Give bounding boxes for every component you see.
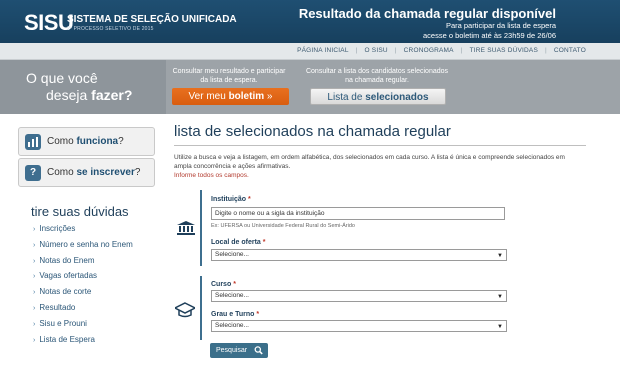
question-mark-icon: ? (25, 165, 41, 181)
como-funciona-qmark: ? (118, 136, 124, 147)
nav-pagina-inicial[interactable]: PÁGINA INICIAL (297, 47, 349, 54)
required-asterisk: * (247, 196, 251, 203)
como-funciona-bold: funciona (76, 136, 119, 147)
nav-separator: | (545, 47, 547, 54)
chevron-right-icon: › (33, 336, 36, 344)
nav-separator: | (460, 47, 463, 54)
chevron-right-icon: › (33, 241, 36, 249)
curso-select[interactable]: Selecione... ▼ (211, 290, 507, 302)
como-se-inscrever-text: Como (47, 167, 77, 178)
instituicao-label-text: Instituição (211, 196, 247, 203)
nav-tire-suas-duvidas[interactable]: TIRE SUAS DÚVIDAS (470, 47, 538, 54)
grau-turno-value: Selecione... (215, 322, 249, 329)
dropdown-arrow-icon: ▼ (497, 253, 503, 259)
instituicao-input[interactable]: Digite o nome ou a sigla da instituição (211, 207, 505, 220)
banner-question-text: deseja (46, 87, 92, 103)
faq-item-sisu-prouni[interactable]: › Sisu e Prouni (33, 319, 133, 335)
intro-text: Utilize a busca e veja a listagem, em or… (174, 154, 565, 170)
nav-separator: | (355, 47, 358, 54)
como-funciona-text: Como (47, 136, 77, 147)
faq-title: tire suas dúvidas (31, 204, 129, 219)
faq-item-numero-senha[interactable]: › Número e senha no Enem (33, 240, 133, 256)
faq-list: › Inscrições › Número e senha no Enem › Not… (33, 224, 133, 350)
pesquisar-label: Pesquisar (216, 347, 248, 354)
nav-o-sisu[interactable]: O SISU (365, 47, 388, 54)
bar-chart-icon (25, 134, 41, 150)
chevron-right-icon: › (33, 289, 36, 297)
faq-item-label: Resultado (39, 302, 76, 312)
como-se-inscrever-qmark: ? (134, 167, 141, 178)
faq-item-label: Notas de corte (39, 287, 92, 297)
chevron-right-icon: › (33, 273, 36, 281)
banner-text-lista: Consultar a lista dos candidatos selecio… (305, 68, 449, 84)
top-navbar: PÁGINA INICIAL | O SISU | CRONOGRAMA | T… (0, 43, 620, 60)
notice-title: Resultado da chamada regular disponível (298, 6, 556, 21)
brand-process: 2º PROCESSO SELETIVO DE 2015 (67, 26, 154, 32)
banner-question-line2: deseja fazer? (46, 87, 132, 103)
chevron-right-icon: › (33, 320, 36, 328)
lista-selecionados-label-bold: selecionados (365, 92, 429, 103)
faq-item-inscricoes[interactable]: › Inscrições (33, 224, 133, 240)
faq-item-label: Notas do Enem (39, 255, 95, 265)
chevron-right-icon: › (33, 304, 36, 312)
local-oferta-value: Selecione... (215, 251, 249, 258)
faq-item-notas-corte[interactable]: › Notas de corte (33, 287, 133, 303)
nav-contato[interactable]: CONTATO (554, 47, 586, 54)
como-funciona-button[interactable]: Como funciona? (18, 127, 155, 156)
required-asterisk: * (262, 239, 266, 246)
institution-building-icon (177, 221, 195, 240)
dropdown-arrow-icon: ▼ (497, 324, 503, 330)
ver-boletim-button[interactable]: Ver meu boletim » (172, 88, 289, 105)
banner-question-line1: O que você (26, 70, 98, 86)
faq-item-label: Sisu e Prouni (39, 318, 87, 328)
nav-cronograma[interactable]: CRONOGRAMA (404, 47, 454, 54)
search-icon (254, 343, 263, 363)
local-oferta-label-text: Local de oferta (211, 239, 261, 246)
curso-label-text: Curso (211, 281, 232, 288)
curso-label: Curso * (211, 281, 236, 288)
curso-value: Selecione... (215, 292, 249, 299)
chevron-right-icon: › (33, 226, 36, 233)
banner-text-boletim: Consultar meu resultado e participar da … (172, 68, 286, 84)
notice-line-2: acesse o boletim até às 23h59 de 26/06 (422, 31, 556, 40)
notice-line-1: Para participar da lista de espera (445, 21, 556, 30)
chevron-right-icon: › (33, 257, 36, 265)
faq-item-label: Lista de Espera (39, 334, 95, 344)
como-se-inscrever-label: Como se inscrever? (47, 167, 140, 178)
brand-logo[interactable]: SISU (24, 10, 74, 36)
faq-item-vagas[interactable]: › Vagas ofertadas (33, 271, 133, 287)
lista-selecionados-label: Lista de (327, 92, 366, 103)
required-asterisk: * (256, 311, 260, 318)
faq-item-lista-espera[interactable]: › Lista de Espera (33, 335, 133, 351)
lista-selecionados-button[interactable]: Lista de selecionados (310, 88, 446, 105)
ver-boletim-label: Ver meu (188, 91, 229, 102)
title-divider (174, 145, 586, 146)
grau-turno-label-text: Grau e Turno (211, 311, 255, 318)
instituicao-label: Instituição * (211, 196, 251, 203)
grau-turno-label: Grau e Turno * (211, 311, 259, 318)
graduation-cap-icon (173, 302, 197, 323)
page-title: lista de selecionados na chamada regular (174, 123, 451, 140)
required-asterisk: * (233, 281, 236, 288)
faq-item-resultado[interactable]: › Resultado (33, 303, 133, 319)
faq-item-notas-enem[interactable]: › Notas do Enem (33, 256, 133, 272)
nav-separator: | (394, 47, 397, 54)
ver-boletim-label-bold: boletim (228, 91, 265, 102)
local-oferta-select[interactable]: Selecione... ▼ (211, 249, 507, 261)
instituicao-hint: Ex: UFERSA ou Universidade Federal Rural… (211, 223, 355, 229)
local-oferta-label: Local de oferta * (211, 239, 265, 246)
faq-item-label: Número e senha no Enem (39, 239, 133, 249)
como-funciona-label: Como funciona? (47, 136, 124, 147)
faq-item-label: Vagas ofertadas (39, 271, 98, 281)
pesquisar-button[interactable]: Pesquisar (210, 343, 268, 358)
double-chevron-right-icon: » (266, 91, 273, 102)
brand-subtitle: SISTEMA DE SELEÇÃO UNIFICADA (67, 14, 237, 25)
required-note: Informe todos os campos. (174, 172, 249, 179)
dropdown-arrow-icon: ▼ (497, 294, 503, 300)
faq-item-label: Inscrições (39, 224, 76, 233)
banner-question-emphasis: fazer? (91, 87, 133, 103)
grau-turno-select[interactable]: Selecione... ▼ (211, 320, 507, 332)
como-se-inscrever-button[interactable]: ? Como se inscrever? (18, 158, 155, 187)
como-se-inscrever-bold: se inscrever (76, 167, 135, 178)
